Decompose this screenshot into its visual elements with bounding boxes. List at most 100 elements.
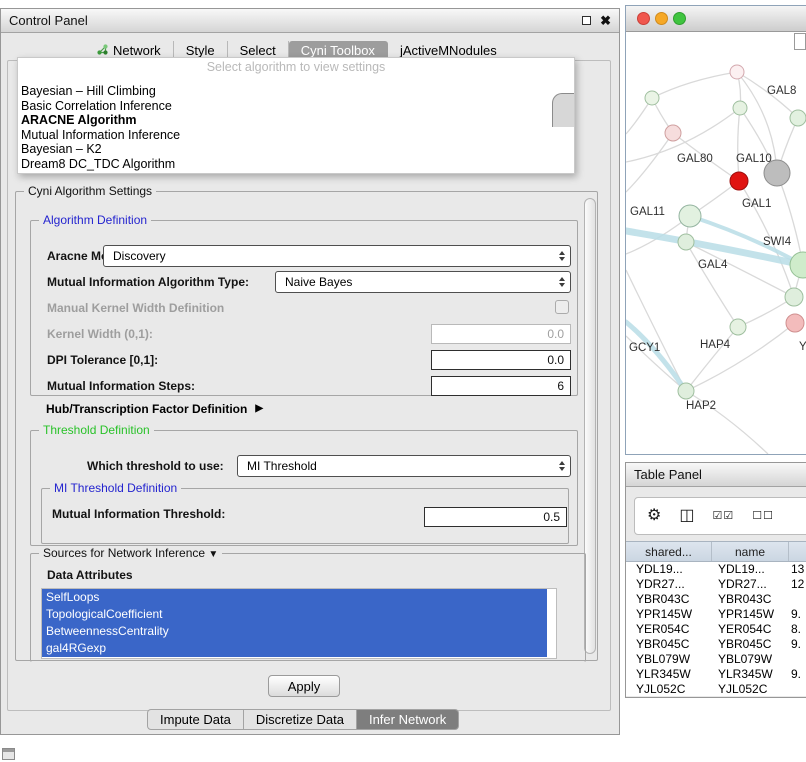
column-header[interactable]: name xyxy=(712,542,789,561)
node-label: GCY1 xyxy=(629,342,660,354)
threshold-definition-group: Threshold Definition Which threshold to … xyxy=(30,430,578,546)
network-node[interactable] xyxy=(786,314,804,332)
network-node[interactable] xyxy=(785,288,803,306)
sources-group: Sources for Network Inference ▼ Data Att… xyxy=(30,553,586,662)
sources-label: Sources for Network Inference xyxy=(43,546,205,560)
collapse-down-icon: ▼ xyxy=(208,549,218,560)
obscured-widget-fragment xyxy=(552,93,574,127)
control-panel-titlebar[interactable]: Control Panel ✖ xyxy=(1,9,619,33)
algorithm-option[interactable]: Basic Correlation Inference xyxy=(18,99,574,114)
table-cell: YJL052C xyxy=(626,682,712,696)
algorithm-dropdown-popup: Select algorithm to view settings Bayesi… xyxy=(17,57,575,174)
network-node[interactable] xyxy=(678,383,694,399)
mac-zoom-button[interactable] xyxy=(673,12,686,25)
table-cell: YBL079W xyxy=(712,652,789,667)
sources-expander[interactable]: Sources for Network Inference ▼ xyxy=(39,546,222,560)
bottom-tab-impute-data[interactable]: Impute Data xyxy=(147,709,244,730)
algorithm-option[interactable]: ARACNE Algorithm xyxy=(18,113,574,128)
table-cell: YLR345W xyxy=(626,667,712,682)
network-node[interactable] xyxy=(678,234,694,250)
table-cell: 12 xyxy=(789,577,806,592)
combo-stepper-icon xyxy=(559,251,565,261)
float-window-icon[interactable] xyxy=(582,16,591,25)
columns-icon[interactable]: ◫ xyxy=(679,508,694,524)
table-row[interactable]: YBR045CYBR045C9. xyxy=(626,637,806,652)
apply-button[interactable]: Apply xyxy=(268,675,340,697)
table-row[interactable]: YPR145WYPR145W9. xyxy=(626,607,806,622)
table-cell: 8. xyxy=(789,622,806,637)
network-node[interactable] xyxy=(730,172,748,190)
network-canvas[interactable]: GAL8GAL80GAL10GAL11GAL1SWI4GAL4GCY1HAP4H… xyxy=(626,32,806,455)
mac-close-button[interactable] xyxy=(637,12,650,25)
table-cell: 9. xyxy=(789,667,806,682)
hub-definition-expander[interactable]: Hub/Transcription Factor Definition ▶ xyxy=(46,402,263,416)
hub-definition-label: Hub/Transcription Factor Definition xyxy=(46,402,247,416)
table-cell: YDL19... xyxy=(712,562,789,577)
table-row[interactable]: YDR27...YDR27...12 xyxy=(626,577,806,592)
network-node[interactable] xyxy=(730,319,746,335)
node-label: Y xyxy=(799,341,806,353)
network-node[interactable] xyxy=(790,252,806,278)
table-cell: 9. xyxy=(789,607,806,622)
mi-type-value: Naive Bayes xyxy=(285,275,352,289)
which-threshold-select[interactable]: MI Threshold xyxy=(237,455,571,477)
network-node[interactable] xyxy=(730,65,744,79)
table-cell: YBR045C xyxy=(712,637,789,652)
which-threshold-value: MI Threshold xyxy=(247,459,317,473)
table-cell: YBR043C xyxy=(626,592,712,607)
data-attributes-list[interactable]: SelfLoopsTopologicalCoefficientBetweenne… xyxy=(41,588,557,659)
bottom-tab-discretize-data[interactable]: Discretize Data xyxy=(244,709,357,730)
algorithm-definition-group: Algorithm Definition Aracne Mode: Discov… xyxy=(30,220,578,396)
manual-kernel-checkbox[interactable] xyxy=(555,300,569,314)
table-row[interactable]: YLR345WYLR345W9. xyxy=(626,667,806,682)
unchecked-boxes-icon[interactable]: ☐☐ xyxy=(752,511,774,522)
algorithm-option[interactable]: Bayesian – Hill Climbing xyxy=(18,84,574,99)
column-header[interactable] xyxy=(789,542,806,561)
network-window-titlebar[interactable] xyxy=(626,6,806,32)
table-panel-titlebar[interactable]: Table Panel xyxy=(626,463,806,487)
mi-steps-field[interactable]: 6 xyxy=(431,376,571,396)
table-header: shared...name xyxy=(626,541,806,562)
column-header[interactable]: shared... xyxy=(626,542,712,561)
table-row[interactable]: YER054CYER054C8. xyxy=(626,622,806,637)
attribute-item[interactable]: SelfLoops xyxy=(42,589,547,606)
network-node[interactable] xyxy=(679,205,701,227)
combo-stepper-icon xyxy=(559,277,565,287)
attribute-item[interactable]: BetweennessCentrality xyxy=(42,623,547,640)
network-node[interactable] xyxy=(645,91,659,105)
algorithm-option[interactable]: Bayesian – K2 xyxy=(18,142,574,157)
gear-icon[interactable]: ⚙ xyxy=(647,508,661,524)
attribute-item[interactable]: gal4RGexp xyxy=(42,640,547,657)
mi-threshold-label: Mutual Information Threshold: xyxy=(52,503,225,525)
table-cell: YBL079W xyxy=(626,652,712,667)
kernel-width-field[interactable]: 0.0 xyxy=(431,324,571,344)
table-cell: YDR27... xyxy=(712,577,789,592)
bottom-tab-infer-network[interactable]: Infer Network xyxy=(357,709,459,730)
docked-panel-icon[interactable] xyxy=(2,748,15,760)
which-threshold-label: Which threshold to use: xyxy=(87,455,224,477)
checked-boxes-icon[interactable]: ☑☑ xyxy=(712,511,734,522)
attribute-item[interactable]: TopologicalCoefficient xyxy=(42,606,547,623)
algorithm-option[interactable]: Mutual Information Inference xyxy=(18,128,574,143)
kernel-width-label: Kernel Width (0,1): xyxy=(47,323,153,345)
close-icon[interactable]: ✖ xyxy=(600,14,611,27)
aracne-mode-select[interactable]: Discovery xyxy=(103,245,571,267)
table-row[interactable]: YDL19...YDL19...13 xyxy=(626,562,806,577)
algorithm-option[interactable]: Dream8 DC_TDC Algorithm xyxy=(18,157,574,172)
mi-threshold-field[interactable]: 0.5 xyxy=(424,507,567,527)
network-node[interactable] xyxy=(733,101,747,115)
table-row[interactable]: YBR043CYBR043C xyxy=(626,592,806,607)
table-cell: YER054C xyxy=(626,622,712,637)
threshold-definition-title: Threshold Definition xyxy=(39,423,154,437)
network-node[interactable] xyxy=(790,110,806,126)
mi-steps-value: 6 xyxy=(557,379,564,393)
algorithm-option-list: Bayesian – Hill ClimbingBasic Correlatio… xyxy=(18,84,574,172)
table-row[interactable]: YJL052CYJL052C xyxy=(626,682,806,696)
network-node[interactable] xyxy=(665,125,681,141)
dpi-tolerance-field[interactable]: 0.0 xyxy=(431,350,571,370)
mi-type-select[interactable]: Naive Bayes xyxy=(275,271,571,293)
mac-minimize-button[interactable] xyxy=(655,12,668,25)
table-cell: YPR145W xyxy=(712,607,789,622)
algorithm-definition-title: Algorithm Definition xyxy=(39,213,151,227)
table-row[interactable]: YBL079WYBL079W xyxy=(626,652,806,667)
